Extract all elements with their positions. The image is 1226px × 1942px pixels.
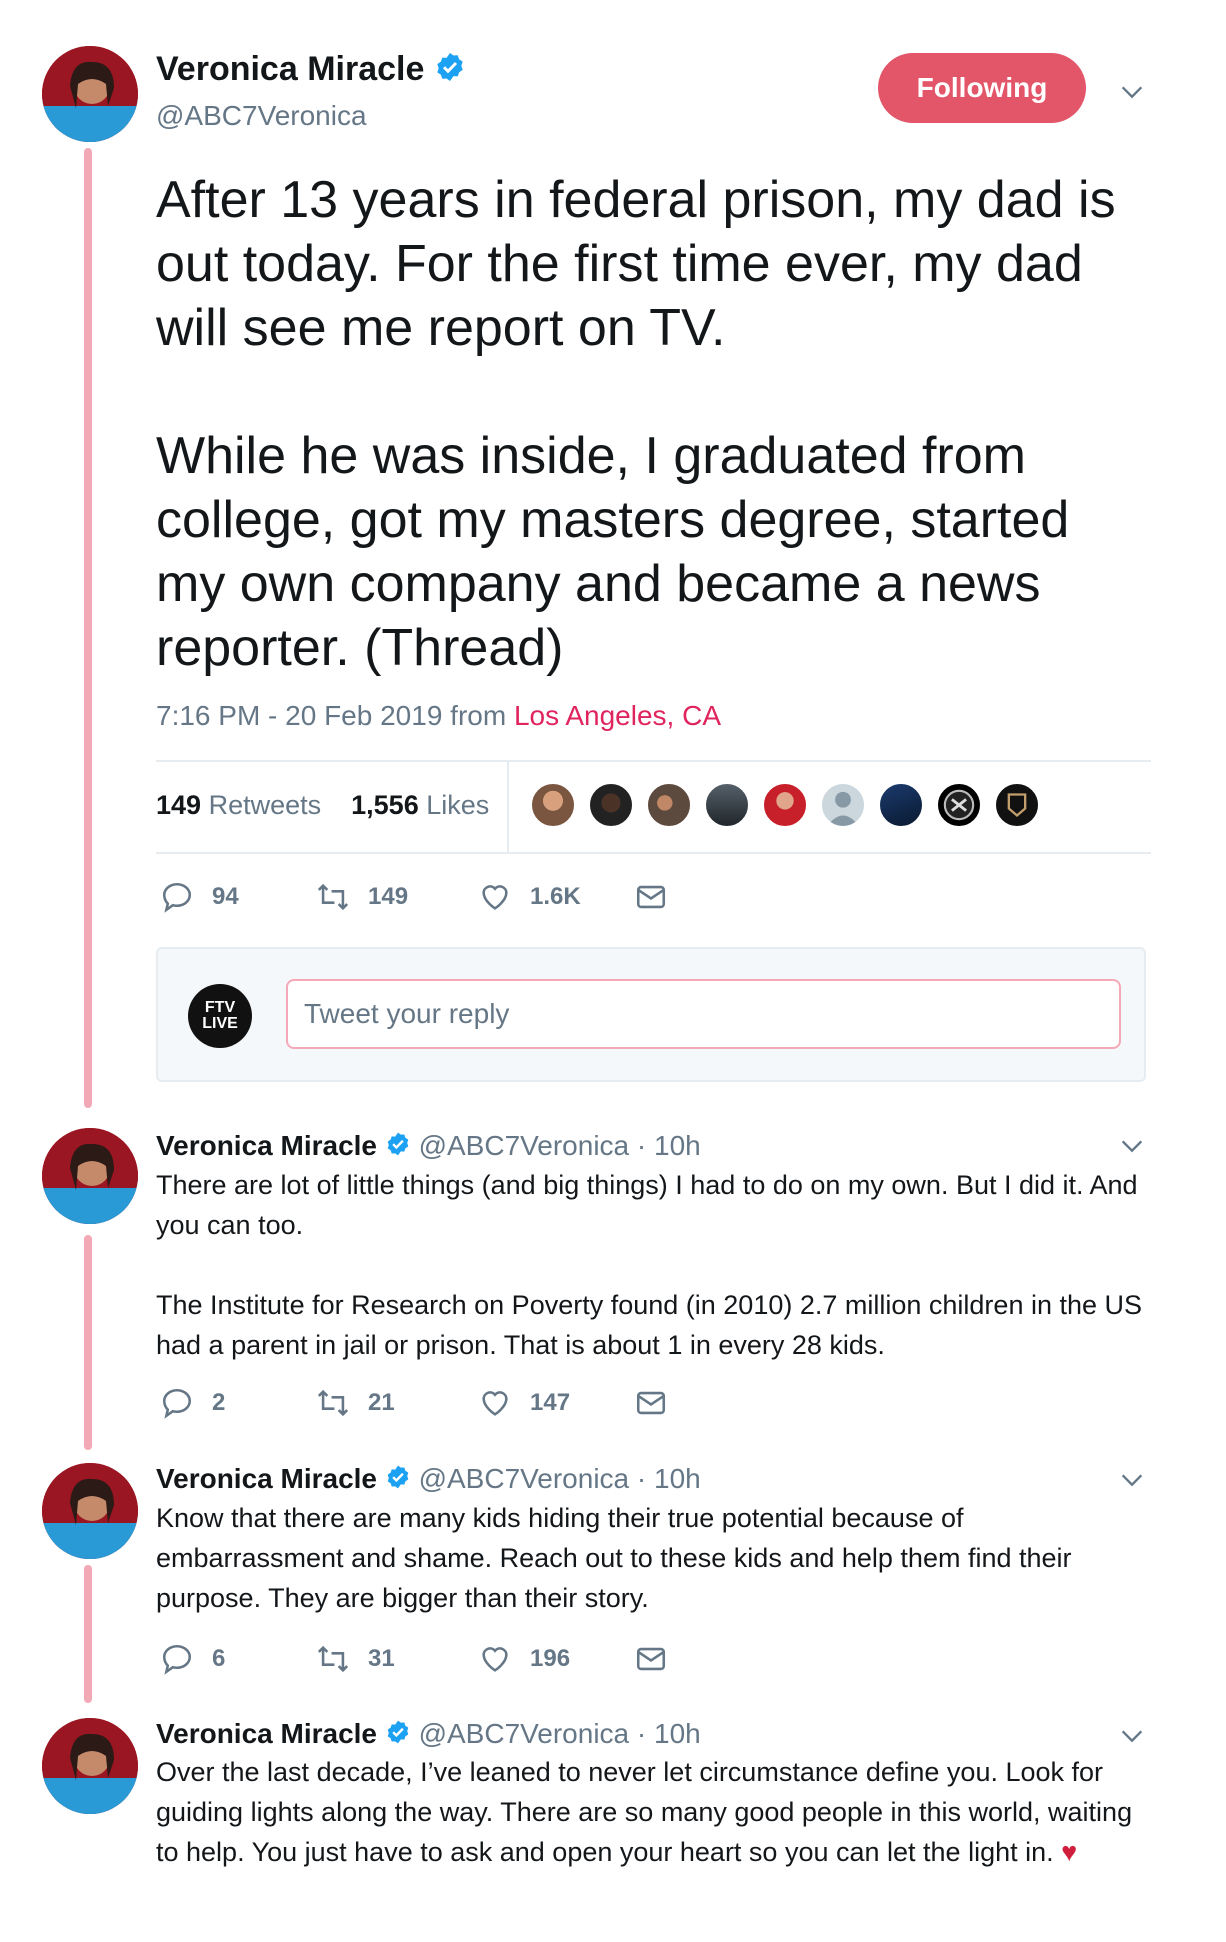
reply-action[interactable]: 6 (160, 1642, 225, 1676)
author-name[interactable]: Veronica Miracle (156, 1718, 377, 1749)
reply-icon (162, 1644, 192, 1675)
liker-avatar[interactable] (530, 782, 576, 828)
retweet-icon (317, 1389, 349, 1417)
chevron-down-icon[interactable] (1118, 78, 1146, 106)
retweet-icon (317, 883, 349, 911)
verified-icon (434, 51, 466, 92)
author-name[interactable]: Veronica Miracle (156, 1130, 377, 1161)
like-action[interactable]: 1.6K (478, 880, 581, 914)
tweet-location[interactable]: Los Angeles, CA (514, 700, 721, 731)
thread-line (84, 1235, 92, 1450)
thread-line (84, 1565, 92, 1703)
author-handle[interactable]: @ABC7Veronica (156, 100, 367, 132)
liker-avatar[interactable] (762, 782, 808, 828)
author-handle[interactable]: @ABC7Veronica (419, 1463, 630, 1494)
red-heart-icon: ♥ (1061, 1837, 1078, 1867)
divider (156, 852, 1151, 854)
thread-line (84, 148, 92, 1108)
reply-composer: FTV LIVE (156, 947, 1146, 1082)
chevron-down-icon[interactable] (1118, 1466, 1146, 1494)
author-name[interactable]: Veronica Miracle (156, 1463, 377, 1494)
retweets-stat[interactable]: 149 Retweets (156, 790, 321, 820)
tweet-text: Over the last decade, I’ve leaned to nev… (156, 1757, 1140, 1867)
reply-input[interactable] (286, 979, 1121, 1049)
tweet-timestamp[interactable]: 7:16 PM - 20 Feb 2019 from (156, 700, 514, 731)
tweet-time[interactable]: · 10h (629, 1130, 701, 1161)
verified-icon (385, 1719, 411, 1752)
reply-action[interactable]: 94 (160, 880, 239, 914)
retweet-action[interactable]: 21 (316, 1386, 395, 1420)
verified-icon (385, 1464, 411, 1497)
liker-avatar[interactable] (878, 782, 924, 828)
retweet-icon (317, 1645, 349, 1673)
envelope-icon (636, 1647, 666, 1671)
tweet-time[interactable]: · 10h (629, 1463, 701, 1494)
heart-outline-icon (482, 1391, 508, 1416)
liker-avatar[interactable] (588, 782, 634, 828)
divider (507, 762, 509, 852)
author-handle[interactable]: @ABC7Veronica (419, 1718, 630, 1749)
message-action[interactable] (634, 1386, 668, 1420)
tweet-text: After 13 years in federal prison, my dad… (156, 171, 1116, 677)
liker-avatar[interactable] (704, 782, 750, 828)
author-handle[interactable]: @ABC7Veronica (419, 1130, 630, 1161)
tweet-header: Veronica Miracle @ABC7Veronica · 10h (156, 1463, 701, 1497)
like-action[interactable]: 147 (478, 1386, 570, 1420)
avatar[interactable] (42, 1463, 138, 1559)
retweet-action[interactable]: 149 (316, 880, 408, 914)
envelope-icon (636, 1391, 666, 1415)
divider (156, 760, 1151, 762)
retweet-action[interactable]: 31 (316, 1642, 395, 1676)
likes-stat[interactable]: 1,556 Likes (351, 790, 489, 820)
following-button[interactable]: Following (878, 53, 1086, 123)
avatar[interactable] (42, 46, 138, 142)
engagement-stats: 149 Retweets 1,556 Likes (156, 790, 489, 821)
tweet-header: Veronica Miracle @ABC7Veronica · 10h (156, 1718, 701, 1752)
like-action[interactable]: 196 (478, 1642, 570, 1676)
tweet-text: Know that there are many kids hiding the… (156, 1503, 1080, 1613)
reply-action[interactable]: 2 (160, 1386, 225, 1420)
author-line: Veronica Miracle (156, 50, 466, 92)
tweet-text: There are lot of little things (and big … (156, 1170, 1143, 1360)
tweet-meta: 7:16 PM - 20 Feb 2019 from Los Angeles, … (156, 700, 721, 732)
tweet-time[interactable]: · 10h (629, 1718, 701, 1749)
heart-outline-icon (482, 1647, 508, 1672)
reply-icon (162, 882, 192, 913)
message-action[interactable] (634, 880, 668, 914)
message-action[interactable] (634, 1642, 668, 1676)
verified-icon (385, 1131, 411, 1164)
default-avatar-icon[interactable] (820, 782, 866, 828)
liker-avatar[interactable] (646, 782, 692, 828)
avatar[interactable] (42, 1128, 138, 1224)
raiders-logo-icon[interactable] (936, 782, 982, 828)
envelope-icon (636, 885, 666, 909)
reply-icon (162, 1388, 192, 1419)
heart-outline-icon (482, 885, 508, 910)
user-avatar[interactable]: FTV LIVE (188, 984, 252, 1048)
author-name[interactable]: Veronica Miracle (156, 50, 424, 88)
tweet-header: Veronica Miracle @ABC7Veronica · 10h (156, 1130, 701, 1164)
chevron-down-icon[interactable] (1118, 1132, 1146, 1160)
chevron-down-icon[interactable] (1118, 1722, 1146, 1750)
avatar[interactable] (42, 1718, 138, 1814)
likers-avatars (530, 782, 1040, 828)
lafc-logo-icon[interactable] (994, 782, 1040, 828)
